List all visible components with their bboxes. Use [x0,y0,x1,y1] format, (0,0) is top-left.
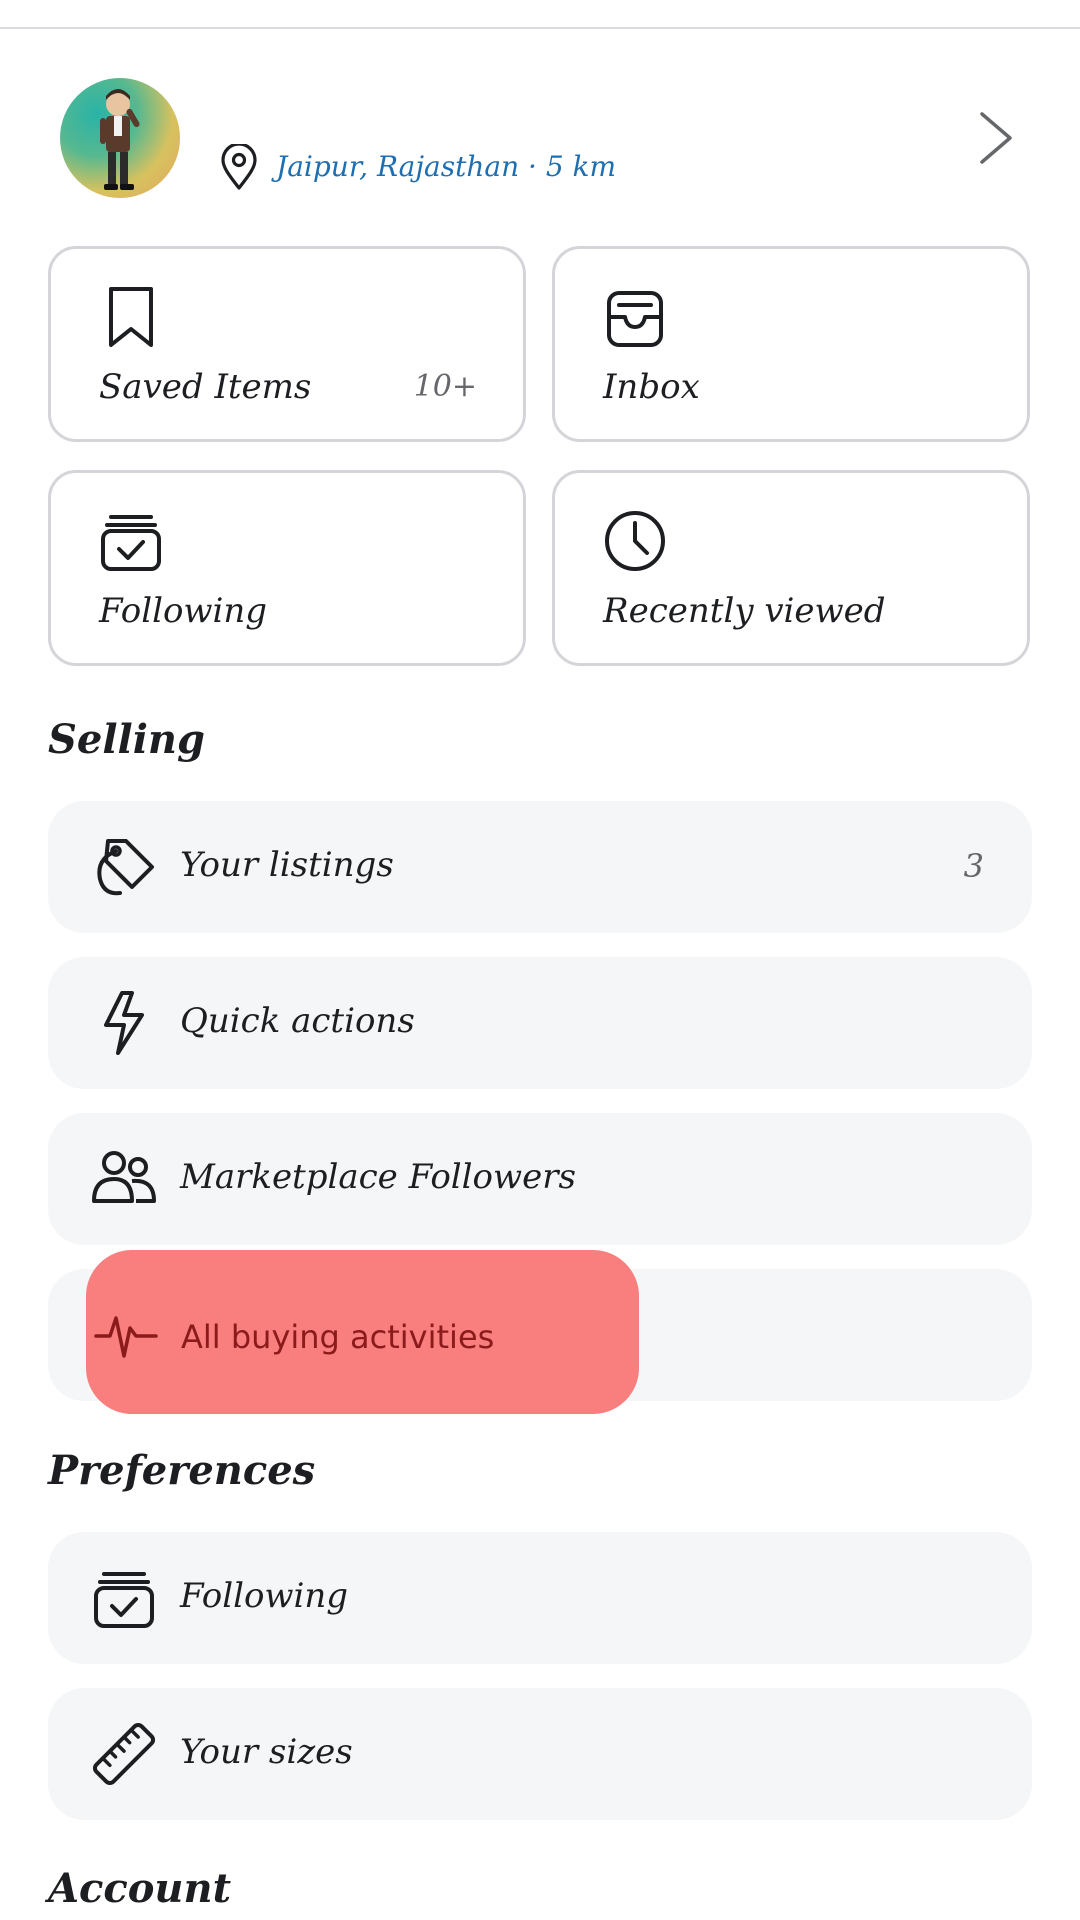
row-marketplace-followers[interactable]: Marketplace Followers [48,1113,1032,1245]
tile-following[interactable]: Following [48,470,526,666]
following-stack-icon [92,1566,156,1630]
row-all-buying-activities[interactable]: All buying activities [86,1250,639,1414]
section-title-preferences: Preferences [48,1447,316,1494]
ruler-icon [92,1722,156,1786]
profile-header[interactable]: Jaipur, Rajasthan · 5 km [0,70,1080,210]
avatar[interactable] [60,78,180,198]
tile-label: Recently viewed [603,591,886,631]
tile-label: Saved Items [99,367,312,407]
tile-inbox[interactable]: Inbox [552,246,1030,442]
inbox-tray-icon [603,285,667,349]
location-pin-icon [218,144,260,192]
row-quick-actions[interactable]: Quick actions [48,957,1032,1089]
location-text[interactable]: Jaipur, Rajasthan · 5 km [276,150,616,183]
clock-icon [603,509,667,573]
chevron-right-icon[interactable] [976,110,1016,166]
following-stack-icon [99,509,163,573]
row-label: All buying activities [181,1318,495,1356]
row-count: 3 [963,847,984,885]
tile-label: Inbox [603,367,700,407]
row-your-sizes[interactable]: Your sizes [48,1688,1032,1820]
section-title-selling: Selling [48,716,205,763]
section-title-account: Account [48,1865,232,1912]
tile-count: 10+ [413,369,477,404]
people-icon [92,1147,156,1211]
top-divider [0,27,1080,29]
tile-label: Following [99,591,268,631]
activity-pulse-icon [94,1304,158,1368]
row-label: Your listings [180,845,394,885]
row-label: Following [180,1576,349,1616]
row-your-listings[interactable]: Your listings 3 [48,801,1032,933]
row-preferences-following[interactable]: Following [48,1532,1032,1664]
tile-saved-items[interactable]: Saved Items 10+ [48,246,526,442]
bookmark-icon [99,285,163,349]
row-label: Quick actions [180,1001,415,1041]
row-label: Marketplace Followers [180,1157,576,1197]
price-tag-icon [92,835,156,899]
lightning-bolt-icon [92,991,156,1055]
tile-recently-viewed[interactable]: Recently viewed [552,470,1030,666]
row-label: Your sizes [180,1732,353,1772]
